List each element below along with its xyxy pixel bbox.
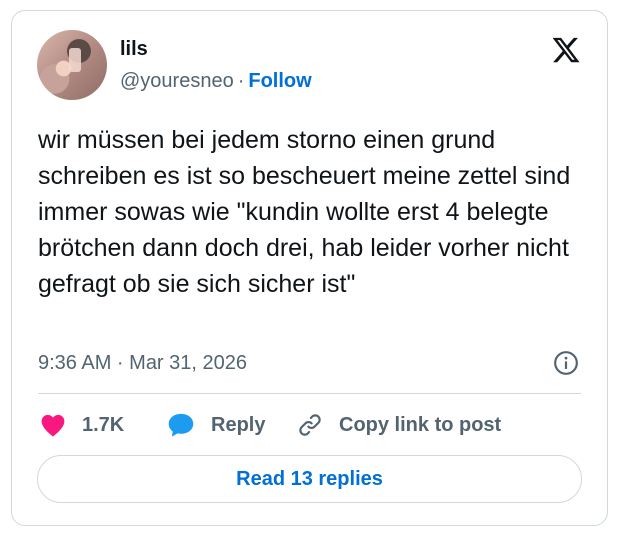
handle-separator: · <box>237 70 245 92</box>
reply-button[interactable]: Reply <box>167 411 265 439</box>
like-button[interactable]: 1.7K <box>40 411 124 439</box>
author-handle[interactable]: @youresneo <box>120 70 234 92</box>
like-count: 1.7K <box>82 413 125 436</box>
reply-label: Reply <box>211 413 266 436</box>
tweet-card: lils @youresneo · Follow wir müssen bei je… <box>11 10 608 526</box>
tweet-timestamp[interactable]: 9:36 AM · Mar 31, 2026 <box>38 351 247 375</box>
copy-link-label: Copy link to post <box>339 413 502 436</box>
link-icon <box>299 414 321 436</box>
x-logo-icon[interactable] <box>551 35 581 65</box>
speech-bubble-icon <box>168 413 194 437</box>
author-display-name[interactable]: lils <box>120 37 148 61</box>
copy-link-button[interactable]: Copy link to post <box>297 411 501 439</box>
divider <box>38 393 581 394</box>
read-replies-button[interactable]: Read 13 replies <box>37 455 582 503</box>
heart-icon <box>41 414 65 437</box>
author-handle-row: @youresneo · Follow <box>120 69 312 93</box>
tweet-text: wir müssen bei jedem storno einen grund … <box>38 126 571 298</box>
avatar-photo-detail <box>69 48 81 72</box>
info-icon[interactable] <box>553 350 579 376</box>
avatar[interactable] <box>37 30 107 100</box>
follow-button[interactable]: Follow <box>248 70 311 92</box>
